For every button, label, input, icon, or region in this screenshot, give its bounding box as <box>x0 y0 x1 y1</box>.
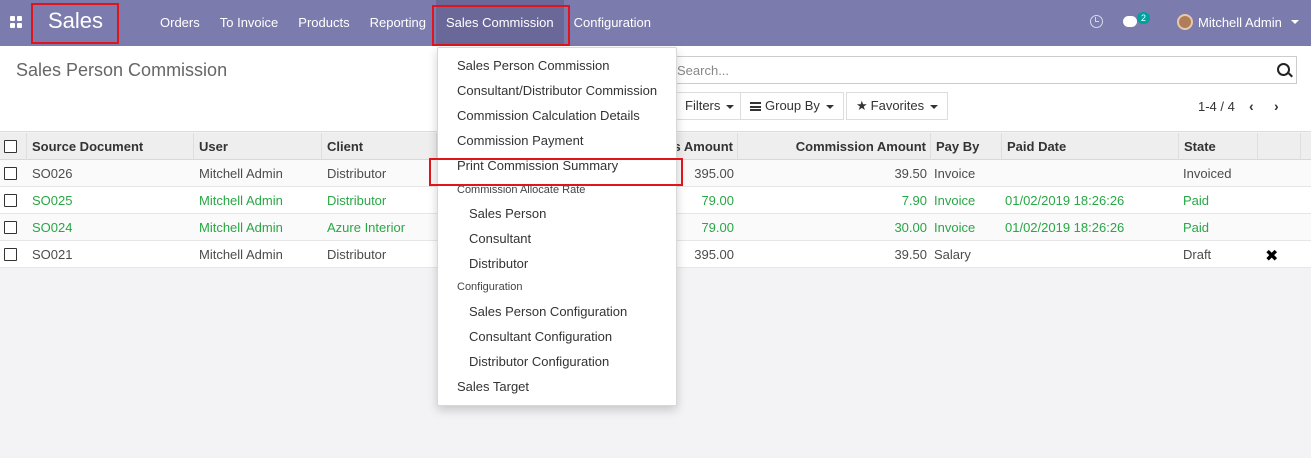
menu-configuration[interactable]: Configuration <box>564 0 661 46</box>
caret-down-icon <box>930 104 939 109</box>
cell-source-document: SO026 <box>32 166 73 181</box>
cell-state: Paid <box>1183 220 1210 235</box>
chat-icon[interactable] <box>1123 16 1137 27</box>
cell-state: Draft <box>1183 247 1212 262</box>
cell-pay-by: Invoice <box>934 166 976 181</box>
select-all-cell <box>0 133 27 160</box>
pager-next-icon[interactable]: › <box>1274 98 1279 114</box>
row-checkbox[interactable] <box>4 248 17 261</box>
column-source-document[interactable]: Source Document <box>27 133 194 160</box>
pager-value[interactable]: 1-4 / 4 <box>1198 99 1235 114</box>
column-client[interactable]: Client <box>322 133 437 160</box>
top-navbar: Sales Orders To Invoice Products Reporti… <box>0 0 1311 46</box>
cell-pay-by: Invoice <box>934 220 976 235</box>
dropdown-header-configuration: Configuration <box>457 281 523 293</box>
column-pay-by[interactable]: Pay By <box>931 133 1002 160</box>
cell-pay-by: Invoice <box>934 193 976 208</box>
menu-products[interactable]: Products <box>288 0 359 46</box>
cell-paid-date: 01/02/2019 18:26:26 <box>1005 193 1125 208</box>
dropdown-item-commission-payment[interactable]: Commission Payment <box>457 133 583 148</box>
apps-grid-icon[interactable] <box>10 16 23 29</box>
group-by-label: Group By <box>765 98 820 113</box>
row-checkbox[interactable] <box>4 167 17 180</box>
cell-source-document: SO024 <box>32 220 73 235</box>
dropdown-item-sales-person-commission[interactable]: Sales Person Commission <box>457 58 609 73</box>
filters-button[interactable]: Filters <box>676 92 745 120</box>
search-input[interactable]: Search... <box>664 56 1297 84</box>
cell-paid-date <box>1000 160 1005 187</box>
avatar[interactable] <box>1177 14 1193 30</box>
cell-user: Mitchell Admin <box>199 193 283 208</box>
dropdown-item-commission-calculation-details[interactable]: Commission Calculation Details <box>457 108 640 123</box>
cell-pay-by: Salary <box>934 247 971 262</box>
user-caret-icon[interactable] <box>1291 20 1299 24</box>
cell-state: Invoiced <box>1183 166 1232 181</box>
cell-source-document: SO021 <box>32 247 73 262</box>
page-title: Sales Person Commission <box>16 60 228 80</box>
cell-user: Mitchell Admin <box>199 247 283 262</box>
column-paid-date[interactable]: Paid Date <box>1002 133 1179 160</box>
group-by-button[interactable]: Group By <box>740 92 844 120</box>
cell-paid-date: 01/02/2019 18:26:26 <box>1005 220 1125 235</box>
dropdown-item-sales-person-configuration[interactable]: Sales Person Configuration <box>469 304 627 319</box>
favorites-button[interactable]: ★ Favorites <box>846 92 949 120</box>
cell-user: Mitchell Admin <box>199 220 283 235</box>
dropdown-item-sales-person[interactable]: Sales Person <box>469 206 546 221</box>
filters-label: Filters <box>685 98 721 113</box>
cell-commission-amount: 7.90 <box>901 193 927 208</box>
cell-client: Distributor <box>327 193 387 208</box>
bars-icon <box>750 102 761 111</box>
column-state[interactable]: State <box>1179 133 1258 160</box>
caret-down-icon <box>825 104 834 109</box>
menu-to-invoice[interactable]: To Invoice <box>210 0 289 46</box>
cell-commission-amount: 39.50 <box>894 247 927 262</box>
column-actions <box>1258 133 1301 160</box>
cell-state: Paid <box>1183 193 1210 208</box>
favorites-label: Favorites <box>870 98 925 113</box>
cell-paid-date <box>1000 241 1005 268</box>
annotation-box-menu <box>432 5 570 46</box>
main-menu: Orders To Invoice Products Reporting Sal… <box>150 0 661 46</box>
cell-client: Azure Interior <box>327 220 406 235</box>
activity-clock-icon[interactable] <box>1090 15 1103 28</box>
delete-icon[interactable]: ✖ <box>1265 246 1278 266</box>
row-checkbox[interactable] <box>4 194 17 207</box>
select-all-checkbox[interactable] <box>4 140 17 153</box>
cell-client: Distributor <box>327 166 387 181</box>
annotation-box-brand <box>31 3 119 44</box>
menu-reporting[interactable]: Reporting <box>360 0 436 46</box>
dropdown-item-consultant-configuration[interactable]: Consultant Configuration <box>469 329 612 344</box>
search-placeholder: Search... <box>677 63 730 78</box>
dropdown-item-consultant-distributor-commission[interactable]: Consultant/Distributor Commission <box>457 83 657 98</box>
star-icon: ★ <box>856 98 868 113</box>
dropdown-item-consultant[interactable]: Consultant <box>469 231 531 246</box>
pager-previous-icon[interactable]: ‹ <box>1249 98 1254 114</box>
column-user[interactable]: User <box>194 133 322 160</box>
cell-client: Distributor <box>327 247 387 262</box>
column-commission-amount[interactable]: Commission Amount <box>738 133 931 160</box>
row-checkbox[interactable] <box>4 221 17 234</box>
annotation-box-print-summary <box>429 158 683 186</box>
cell-user: Mitchell Admin <box>199 166 283 181</box>
sales-commission-dropdown: Sales Person Commission Consultant/Distr… <box>437 47 677 406</box>
search-icon[interactable] <box>1277 63 1290 76</box>
dropdown-item-distributor-configuration[interactable]: Distributor Configuration <box>469 354 609 369</box>
cell-commission-amount: 39.50 <box>894 166 927 181</box>
message-count-badge: 2 <box>1137 12 1150 24</box>
user-menu-name[interactable]: Mitchell Admin <box>1198 15 1282 30</box>
cell-commission-amount: 30.00 <box>894 220 927 235</box>
dropdown-item-sales-target[interactable]: Sales Target <box>457 379 529 394</box>
dropdown-item-distributor[interactable]: Distributor <box>469 256 528 271</box>
caret-down-icon <box>726 104 735 109</box>
cell-source-document: SO025 <box>32 193 73 208</box>
menu-orders[interactable]: Orders <box>150 0 210 46</box>
